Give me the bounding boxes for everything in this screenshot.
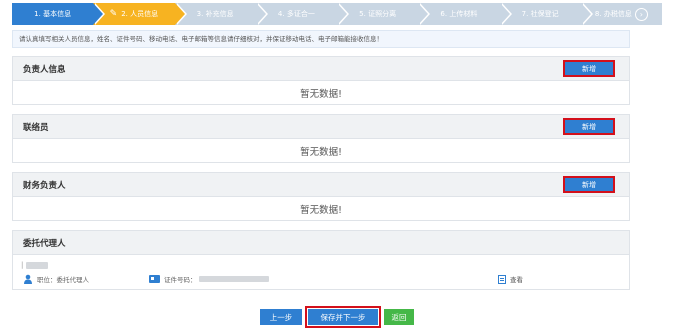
- step-label: 7. 社保登记: [521, 10, 559, 18]
- section-title: 财务负责人: [23, 180, 66, 191]
- section-contact: 联络员 新增 暂无数据!: [12, 114, 630, 163]
- step-license-separation[interactable]: 5. 证照分离: [337, 3, 431, 25]
- prev-step-button[interactable]: 上一步: [260, 309, 302, 325]
- step-basic-info[interactable]: 1. 基本信息: [12, 3, 106, 25]
- section-title: 委托代理人: [23, 238, 66, 249]
- notice-banner: 请认真填写相关人员信息，姓名、证件号码、移动电话、电子邮箱等信息请仔细核对，并保…: [12, 30, 630, 48]
- person-icon: [24, 274, 32, 284]
- add-responsible-button[interactable]: 新增: [563, 60, 615, 77]
- section-agent: 委托代理人 | 职位： 委托代理人 证件号码： 查看: [12, 230, 630, 290]
- redacted-name: [26, 261, 49, 269]
- step-social-security[interactable]: 7. 社保登记: [500, 3, 593, 25]
- step-multi-cert[interactable]: 4. 多证合一: [256, 3, 349, 25]
- step-label: 8. 办税信息: [594, 10, 632, 18]
- step-label: 6. 上传材料: [440, 10, 478, 18]
- step-label: 1. 基本信息: [34, 10, 72, 18]
- section-responsible-person: 负责人信息 新增 暂无数据!: [12, 56, 630, 105]
- empty-message: 暂无数据!: [300, 204, 342, 216]
- section-title: 联络员: [23, 122, 49, 133]
- agent-name: |: [21, 261, 49, 269]
- agent-details: 职位： 委托代理人 证件号码： 查看: [23, 274, 623, 284]
- view-agent-link[interactable]: 查看: [498, 274, 523, 284]
- redacted-id-number: [198, 276, 269, 282]
- section-header: 联络员 新增: [13, 115, 629, 139]
- section-header: 负责人信息 新增: [13, 57, 629, 81]
- empty-message: 暂无数据!: [300, 88, 342, 100]
- add-finance-button[interactable]: 新增: [563, 176, 615, 193]
- section-title: 负责人信息: [23, 64, 66, 75]
- step-label: 2. 人员信息: [121, 10, 159, 18]
- position-label: 职位：: [37, 276, 57, 284]
- view-label: 查看: [510, 276, 523, 284]
- document-icon: [498, 274, 506, 284]
- id-label: 证件号码：: [164, 276, 197, 284]
- pencil-icon: ✎: [109, 9, 118, 19]
- form-actions: 上一步 保存并下一步 返回: [0, 306, 674, 328]
- step-upload-materials[interactable]: 6. 上传材料: [418, 3, 512, 25]
- position-value: 委托代理人: [56, 276, 90, 284]
- agent-record: | 职位： 委托代理人 证件号码： 查看: [13, 255, 629, 289]
- section-finance-manager: 财务负责人 新增 暂无数据!: [12, 172, 630, 221]
- back-button[interactable]: 返回: [384, 309, 414, 325]
- add-contact-button[interactable]: 新增: [563, 118, 615, 135]
- save-next-button[interactable]: 保存并下一步: [305, 306, 381, 328]
- section-header: 委托代理人: [13, 231, 629, 255]
- step-label: 4. 多证合一: [277, 10, 315, 18]
- step-progress-bar: 1. 基本信息 ✎ 2. 人员信息 3. 补充信息 4. 多证合一 5. 证照分…: [12, 3, 662, 25]
- section-header: 财务负责人 新增: [13, 173, 629, 197]
- chevron-right-icon[interactable]: ›: [634, 7, 648, 21]
- empty-message: 暂无数据!: [300, 146, 342, 158]
- step-supplementary-info[interactable]: 3. 补充信息: [175, 3, 268, 25]
- step-label: 5. 证照分离: [359, 10, 397, 18]
- step-label: 3. 补充信息: [196, 10, 234, 18]
- step-tax-info[interactable]: 8. 办税信息 ›: [581, 3, 662, 25]
- step-personnel-info[interactable]: ✎ 2. 人员信息: [93, 3, 187, 25]
- id-card-icon: [149, 275, 160, 283]
